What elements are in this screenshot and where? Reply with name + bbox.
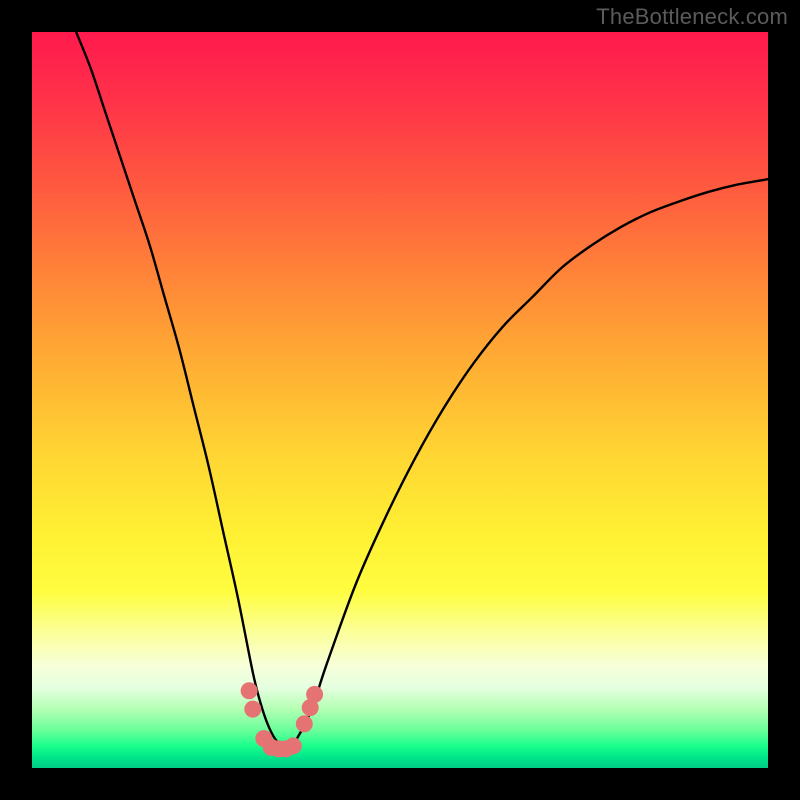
highlight-dots	[241, 682, 324, 757]
watermark-text: TheBottleneck.com	[596, 4, 788, 30]
highlight-dot	[241, 682, 258, 699]
bottleneck-curve-path	[76, 32, 768, 747]
bottleneck-curve	[76, 32, 768, 747]
highlight-dot	[244, 701, 261, 718]
curve-layer	[32, 32, 768, 768]
highlight-dot	[296, 715, 313, 732]
highlight-dot	[285, 737, 302, 754]
plot-area	[32, 32, 768, 768]
highlight-dot	[306, 686, 323, 703]
chart-frame: TheBottleneck.com	[0, 0, 800, 800]
